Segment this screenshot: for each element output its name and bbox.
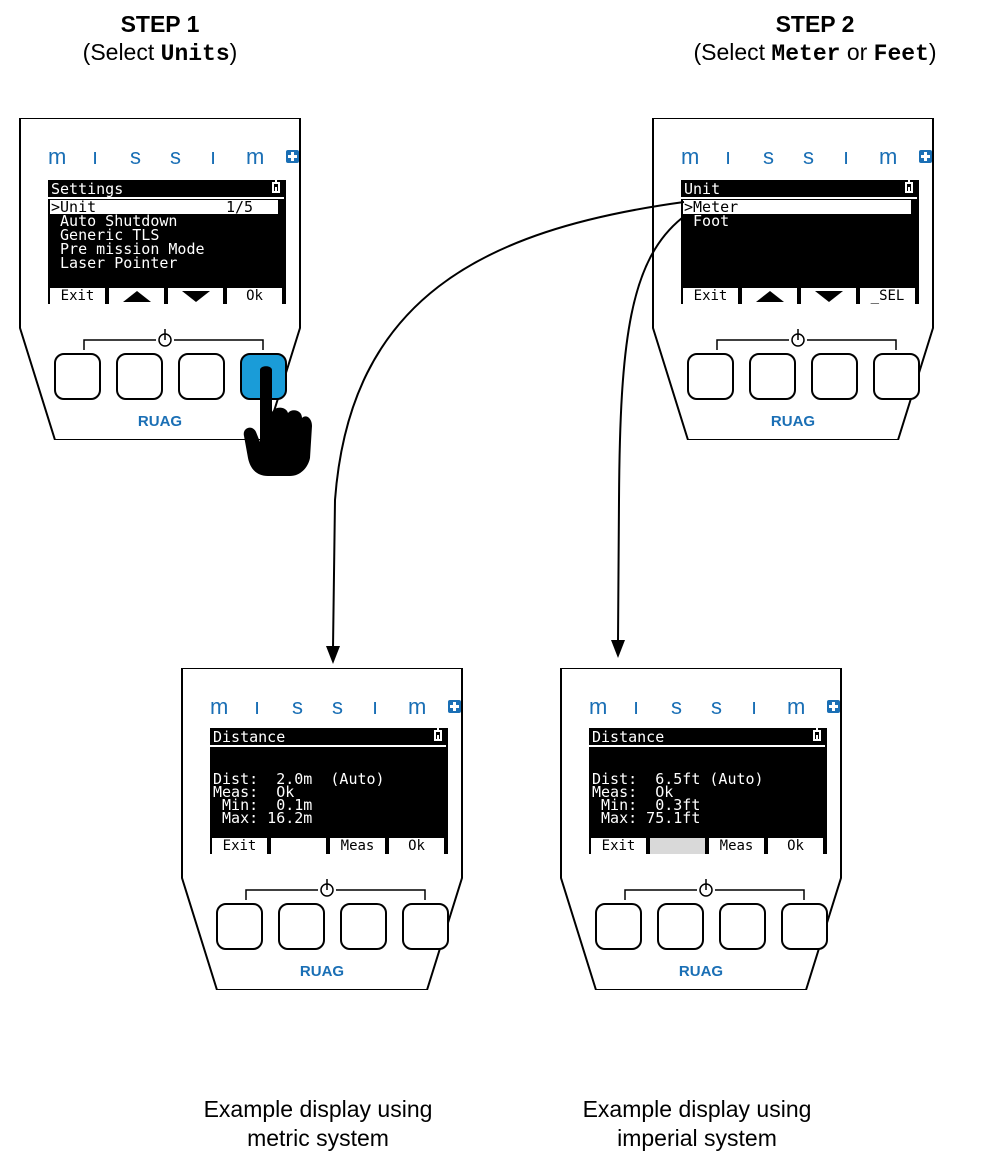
caption-metric-line2: metric system	[247, 1125, 389, 1151]
caption-metric-line1: Example display using	[203, 1096, 433, 1122]
caption-imperial-line1: Example display using	[582, 1096, 812, 1122]
arrow-foot-to-imperial	[617, 217, 683, 643]
caption-imperial: Example display using imperial system	[547, 1095, 847, 1153]
arrowhead-imperial	[611, 640, 625, 658]
arrowhead-metric	[326, 646, 340, 664]
caption-metric: Example display using metric system	[168, 1095, 468, 1153]
arrow-meter-to-metric	[332, 201, 685, 649]
caption-imperial-line2: imperial system	[617, 1125, 777, 1151]
flow-arrows	[326, 201, 685, 664]
